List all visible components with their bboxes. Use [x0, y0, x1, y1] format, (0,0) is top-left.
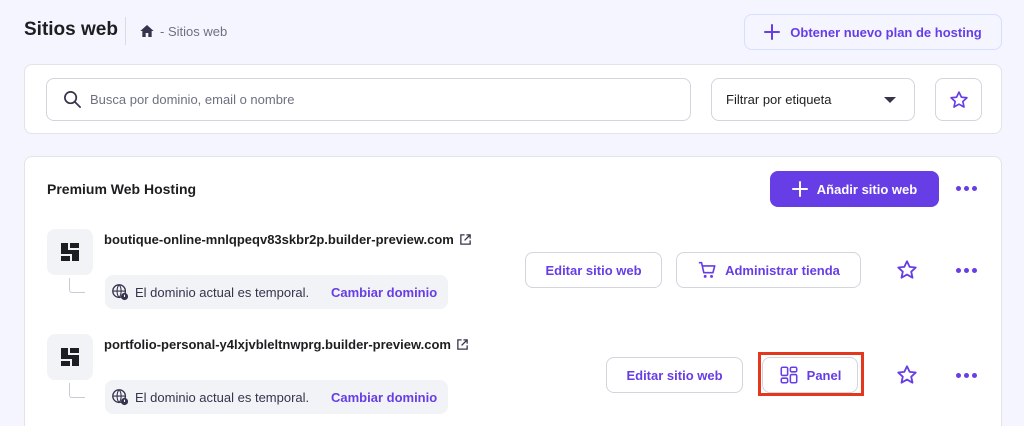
- site-domain-text: portfolio-personal-y4lxjvbleltnwprg.buil…: [104, 337, 451, 352]
- hosting-plan-title: Premium Web Hosting: [47, 181, 197, 197]
- temporary-domain-text: El dominio actual es temporal.: [135, 284, 310, 300]
- edit-website-label: Editar sitio web: [545, 262, 642, 278]
- temporary-domain-text: El dominio actual es temporal.: [135, 389, 310, 405]
- dot: [971, 185, 977, 191]
- site-more-options-button[interactable]: [954, 258, 978, 282]
- star-icon: [897, 365, 917, 384]
- globe-warning-icon: [112, 284, 129, 301]
- plus-icon: [791, 181, 808, 197]
- website-builder-logo: [47, 229, 93, 275]
- star-icon: [949, 90, 968, 108]
- favorite-site-button[interactable]: [895, 363, 919, 387]
- dot: [955, 185, 961, 191]
- add-website-button[interactable]: Añadir sitio web: [770, 171, 939, 207]
- edit-website-button[interactable]: Editar sitio web: [606, 357, 743, 393]
- dot: [971, 372, 977, 378]
- search-icon: [64, 91, 81, 108]
- dot: [963, 267, 969, 273]
- top-bar: Sitios web - Sitios web Obtener nuevo pl…: [0, 0, 1024, 64]
- breadcrumb-current: - Sitios web: [160, 23, 228, 39]
- builder-logo-icon: [61, 243, 79, 261]
- site-domain-link[interactable]: boutique-online-mnlqpeqv83skbr2p.builder…: [104, 232, 472, 247]
- panel-highlight-box: [758, 352, 864, 396]
- edit-website-button[interactable]: Editar sitio web: [525, 252, 662, 288]
- external-link-icon: [460, 234, 471, 245]
- temporary-domain-notice: El dominio actual es temporal. Cambiar d…: [105, 275, 448, 309]
- site-more-options-button[interactable]: [954, 363, 978, 387]
- site-domain-link[interactable]: portfolio-personal-y4lxjvbleltnwprg.buil…: [104, 337, 469, 352]
- temporary-domain-notice: El dominio actual es temporal. Cambiar d…: [105, 380, 448, 414]
- plan-more-options-button[interactable]: [954, 176, 978, 200]
- tag-filter-label: Filtrar por etiqueta: [726, 92, 832, 107]
- favorites-filter-button[interactable]: [935, 78, 982, 121]
- new-hosting-plan-button[interactable]: Obtener nuevo plan de hosting: [744, 14, 1002, 50]
- title-divider: [125, 17, 126, 45]
- globe-warning-icon: [112, 389, 129, 406]
- favorite-site-button[interactable]: [895, 258, 919, 282]
- cart-icon: [698, 261, 716, 278]
- caret-down-icon: [884, 96, 896, 103]
- hosting-plan-card: Premium Web Hosting Añadir sitio web bou…: [24, 156, 1002, 426]
- breadcrumb: - Sitios web: [139, 23, 227, 39]
- dot: [971, 267, 977, 273]
- dot: [955, 267, 961, 273]
- change-domain-link[interactable]: Cambiar dominio: [331, 285, 437, 300]
- search-input[interactable]: [90, 92, 650, 107]
- external-link-icon: [457, 339, 468, 350]
- page-title: Sitios web: [24, 19, 118, 40]
- plus-icon: [764, 24, 781, 40]
- tag-filter-select[interactable]: Filtrar por etiqueta: [711, 78, 915, 121]
- dot: [963, 185, 969, 191]
- tree-connector: [69, 383, 85, 398]
- manage-store-label: Administrar tienda: [725, 262, 840, 278]
- home-icon[interactable]: [139, 23, 155, 39]
- dot: [963, 372, 969, 378]
- edit-website-label: Editar sitio web: [626, 367, 723, 383]
- dot: [955, 372, 961, 378]
- search-box[interactable]: [46, 78, 691, 121]
- builder-logo-icon: [61, 348, 79, 366]
- add-website-label: Añadir sitio web: [816, 181, 918, 197]
- new-hosting-plan-label: Obtener nuevo plan de hosting: [790, 24, 982, 40]
- filter-card: Filtrar por etiqueta: [24, 64, 1002, 134]
- site-row: boutique-online-mnlqpeqv83skbr2p.builder…: [25, 223, 1003, 323]
- site-domain-text: boutique-online-mnlqpeqv83skbr2p.builder…: [104, 232, 454, 247]
- website-builder-logo: [47, 334, 93, 380]
- manage-store-button[interactable]: Administrar tienda: [676, 252, 861, 288]
- star-icon: [897, 260, 917, 279]
- change-domain-link[interactable]: Cambiar dominio: [331, 390, 437, 405]
- tree-connector: [69, 278, 85, 293]
